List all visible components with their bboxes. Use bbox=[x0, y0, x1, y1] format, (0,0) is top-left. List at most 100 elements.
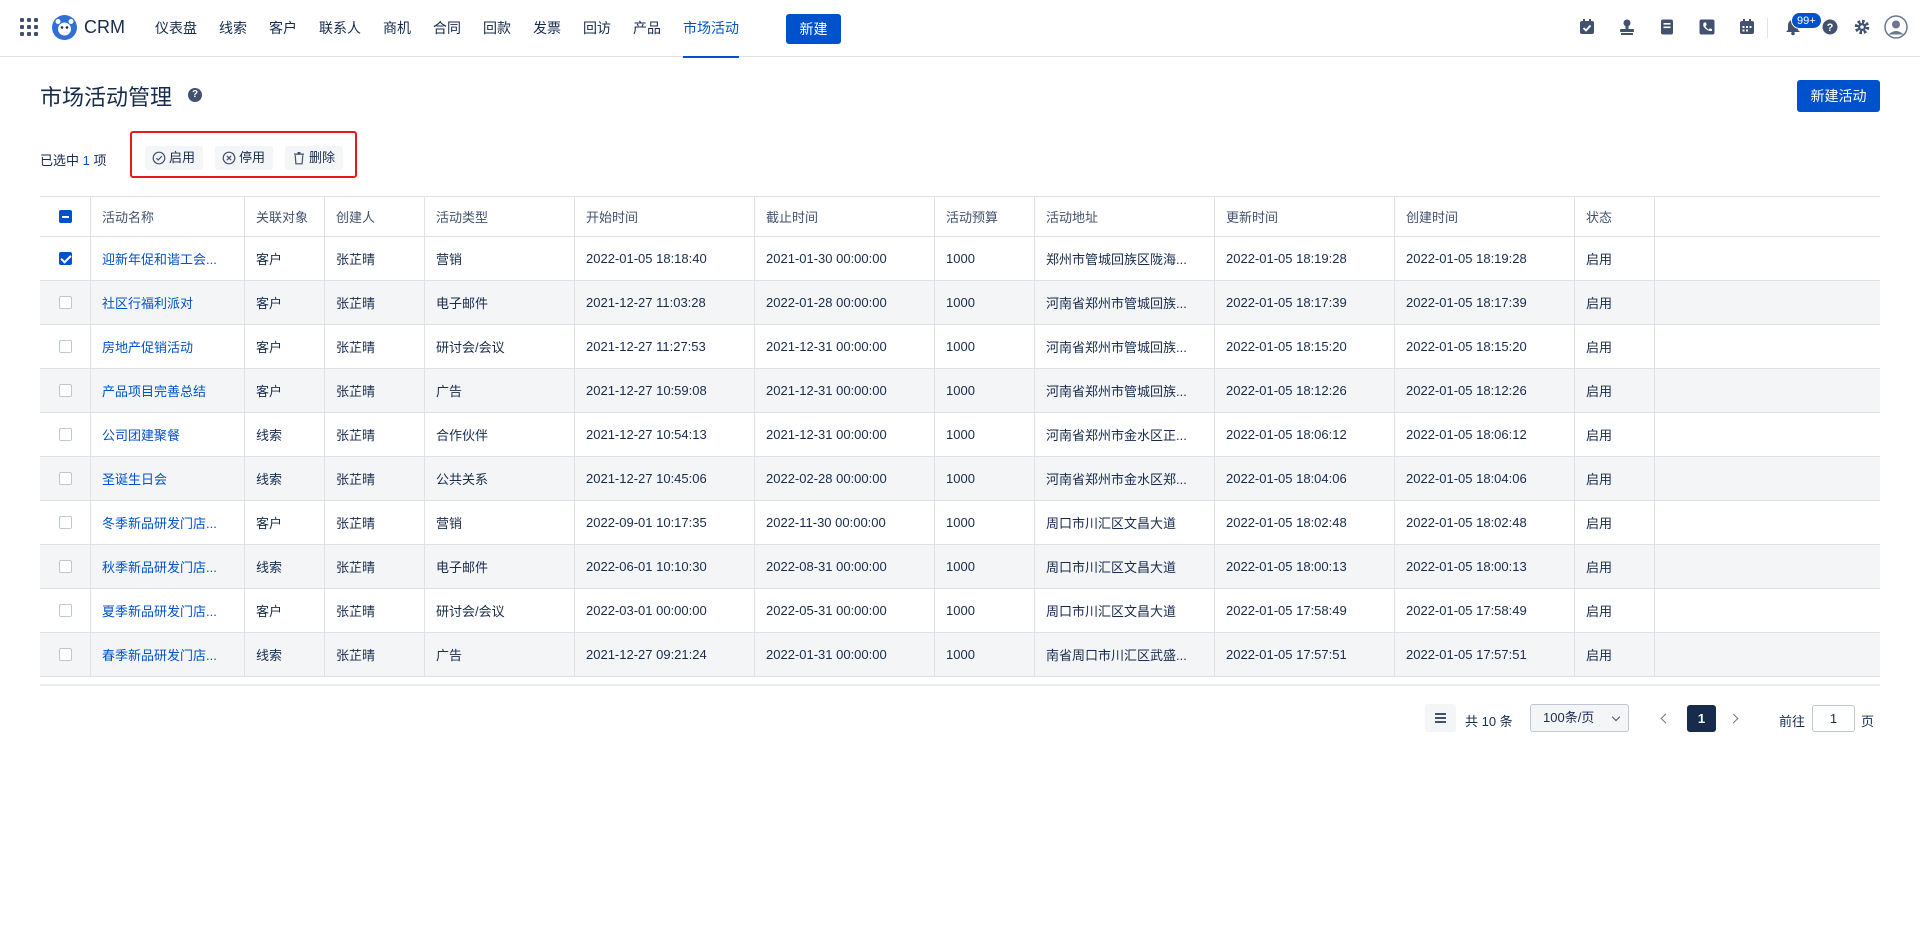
document-icon[interactable] bbox=[1658, 18, 1676, 36]
col-header-budget[interactable]: 活动预算 bbox=[935, 197, 1035, 236]
cell-start-time-text: 2022-06-01 10:10:30 bbox=[586, 559, 707, 574]
delete-button[interactable]: 删除 bbox=[285, 146, 344, 170]
nav-payments[interactable]: 回款 bbox=[472, 0, 522, 57]
page-size-select[interactable]: 100条/页 bbox=[1530, 704, 1629, 732]
cell-name[interactable]: 迎新年促和谐工会... bbox=[91, 237, 245, 280]
cell-name[interactable]: 夏季新品研发门店... bbox=[91, 589, 245, 632]
cell-name[interactable]: 圣诞生日会 bbox=[91, 457, 245, 500]
cell-address: 河南省郑州市金水区郑... bbox=[1035, 457, 1215, 500]
cell-name-text[interactable]: 社区行福利派对 bbox=[102, 293, 193, 312]
col-header-related[interactable]: 关联对象 bbox=[245, 197, 325, 236]
table-row[interactable]: 迎新年促和谐工会... 客户 张芷晴 营销 2022-01-05 18:18:40 202… bbox=[40, 237, 1880, 281]
nav-dashboard[interactable]: 仪表盘 bbox=[144, 0, 208, 57]
col-header-type[interactable]: 活动类型 bbox=[425, 197, 575, 236]
nav-products[interactable]: 产品 bbox=[622, 0, 672, 57]
settings-gear-icon[interactable] bbox=[1853, 18, 1871, 36]
cell-updated-time: 2022-01-05 17:57:51 bbox=[1215, 633, 1395, 676]
cell-created-time-text: 2022-01-05 18:02:48 bbox=[1406, 515, 1527, 530]
col-header-status[interactable]: 状态 bbox=[1575, 197, 1655, 236]
row-checkbox[interactable] bbox=[58, 560, 72, 573]
enable-button[interactable]: 启用 bbox=[145, 146, 204, 170]
col-header-start[interactable]: 开始时间 bbox=[575, 197, 755, 236]
task-check-icon[interactable] bbox=[1578, 18, 1596, 36]
calendar-icon[interactable] bbox=[1738, 18, 1756, 36]
col-header-end[interactable]: 截止时间 bbox=[755, 197, 935, 236]
cell-name[interactable]: 社区行福利派对 bbox=[91, 281, 245, 324]
page-help-icon[interactable]: ? bbox=[188, 88, 202, 102]
table-row[interactable]: 春季新品研发门店... 线索 张芷晴 广告 2021-12-27 09:21:24 202… bbox=[40, 633, 1880, 677]
cell-name-text[interactable]: 产品项目完善总结 bbox=[102, 381, 206, 400]
cell-name[interactable]: 公司团建聚餐 bbox=[91, 413, 245, 456]
cell-name-text[interactable]: 春季新品研发门店... bbox=[102, 645, 217, 664]
row-checkbox[interactable] bbox=[58, 340, 72, 353]
user-stamp-icon[interactable] bbox=[1618, 18, 1636, 36]
table-row[interactable]: 秋季新品研发门店... 线索 张芷晴 电子邮件 2022-06-01 10:10:30 2… bbox=[40, 545, 1880, 589]
nav-visits[interactable]: 回访 bbox=[572, 0, 622, 57]
row-checkbox[interactable] bbox=[58, 516, 72, 529]
help-icon[interactable]: ? bbox=[1821, 18, 1839, 36]
cell-name-text[interactable]: 迎新年促和谐工会... bbox=[102, 249, 217, 268]
cell-name[interactable]: 产品项目完善总结 bbox=[91, 369, 245, 412]
col-header-address[interactable]: 活动地址 bbox=[1035, 197, 1215, 236]
list-menu-icon[interactable] bbox=[1425, 704, 1456, 732]
cell-related: 客户 bbox=[245, 501, 325, 544]
table-row[interactable]: 公司团建聚餐 线索 张芷晴 合作伙伴 2021-12-27 10:54:13 2021-1… bbox=[40, 413, 1880, 457]
nav-contacts[interactable]: 联系人 bbox=[308, 0, 372, 57]
cell-address: 河南省郑州市管城回族... bbox=[1035, 281, 1215, 324]
row-checkbox[interactable] bbox=[58, 384, 72, 397]
prev-page-icon[interactable] bbox=[1659, 711, 1669, 725]
col-header-updated[interactable]: 更新时间 bbox=[1215, 197, 1395, 236]
nav-marketing[interactable]: 市场活动 bbox=[672, 0, 750, 58]
create-new-button[interactable]: 新建 bbox=[786, 14, 841, 44]
cell-name-text[interactable]: 冬季新品研发门店... bbox=[102, 513, 217, 532]
cell-name-text[interactable]: 房地产促销活动 bbox=[102, 337, 193, 356]
user-avatar-icon[interactable] bbox=[1884, 15, 1908, 39]
cell-name[interactable]: 春季新品研发门店... bbox=[91, 633, 245, 676]
row-checkbox[interactable] bbox=[58, 648, 72, 661]
table-row[interactable]: 社区行福利派对 客户 张芷晴 电子邮件 2021-12-27 11:03:28 2022-… bbox=[40, 281, 1880, 325]
nav-opportunities[interactable]: 商机 bbox=[372, 0, 422, 57]
cell-name-text[interactable]: 公司团建聚餐 bbox=[102, 425, 180, 444]
phone-icon[interactable] bbox=[1698, 18, 1716, 36]
nav-leads[interactable]: 线索 bbox=[208, 0, 258, 57]
nav-contracts[interactable]: 合同 bbox=[422, 0, 472, 57]
col-header-name[interactable]: 活动名称 bbox=[91, 197, 245, 236]
cell-end-time: 2022-01-31 00:00:00 bbox=[755, 633, 935, 676]
row-checkbox-cell bbox=[40, 589, 91, 632]
cell-budget: 1000 bbox=[935, 237, 1035, 280]
cell-name[interactable]: 秋季新品研发门店... bbox=[91, 545, 245, 588]
disable-button[interactable]: 停用 bbox=[215, 146, 274, 170]
col-header-creator[interactable]: 创建人 bbox=[325, 197, 425, 236]
col-header-created[interactable]: 创建时间 bbox=[1395, 197, 1575, 236]
table-row[interactable]: 圣诞生日会 线索 张芷晴 公共关系 2021-12-27 10:45:06 2022-02… bbox=[40, 457, 1880, 501]
row-checkbox[interactable] bbox=[58, 296, 72, 309]
cell-type: 电子邮件 bbox=[425, 545, 575, 588]
table-row[interactable]: 夏季新品研发门店... 客户 张芷晴 研讨会/会议 2022-03-01 00:00:0… bbox=[40, 589, 1880, 633]
select-all-checkbox[interactable] bbox=[58, 210, 72, 223]
cell-end-time: 2022-01-28 00:00:00 bbox=[755, 281, 935, 324]
cell-name[interactable]: 房地产促销活动 bbox=[91, 325, 245, 368]
row-checkbox[interactable] bbox=[58, 428, 72, 441]
nav-customers[interactable]: 客户 bbox=[258, 0, 308, 57]
table-scrollbar-track[interactable] bbox=[40, 684, 1880, 686]
cell-name-text[interactable]: 秋季新品研发门店... bbox=[102, 557, 217, 576]
nav-invoices[interactable]: 发票 bbox=[522, 0, 572, 57]
row-checkbox-cell bbox=[40, 457, 91, 500]
cell-related-text: 客户 bbox=[256, 252, 283, 267]
cell-name-text[interactable]: 圣诞生日会 bbox=[102, 469, 167, 488]
new-activity-button[interactable]: 新建活动 bbox=[1797, 80, 1880, 112]
row-checkbox[interactable] bbox=[58, 472, 72, 485]
table-row[interactable]: 房地产促销活动 客户 张芷晴 研讨会/会议 2021-12-27 11:27:53 202… bbox=[40, 325, 1880, 369]
next-page-icon[interactable] bbox=[1730, 711, 1740, 725]
row-checkbox[interactable] bbox=[58, 252, 72, 265]
cell-name[interactable]: 冬季新品研发门店... bbox=[91, 501, 245, 544]
cell-name-text[interactable]: 夏季新品研发门店... bbox=[102, 601, 217, 620]
goto-page-input[interactable]: 1 bbox=[1812, 705, 1855, 732]
cell-related-text: 线索 bbox=[256, 428, 283, 443]
app-switcher-icon[interactable] bbox=[20, 18, 38, 36]
row-checkbox[interactable] bbox=[58, 604, 72, 617]
table-row[interactable]: 产品项目完善总结 客户 张芷晴 广告 2021-12-27 10:59:08 2021-1… bbox=[40, 369, 1880, 413]
cell-status: 启用 bbox=[1575, 457, 1655, 500]
current-page-button[interactable]: 1 bbox=[1687, 705, 1716, 732]
table-row[interactable]: 冬季新品研发门店... 客户 张芷晴 营销 2022-09-01 10:17:35 202… bbox=[40, 501, 1880, 545]
